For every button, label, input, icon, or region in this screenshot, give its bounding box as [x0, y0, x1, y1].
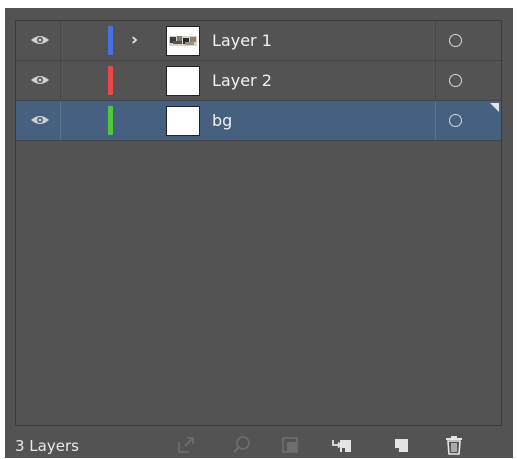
- layer-name[interactable]: Layer 2: [212, 70, 272, 92]
- column-divider: [60, 101, 61, 140]
- layer-color-indicator: [108, 26, 113, 55]
- export-icon[interactable]: [175, 434, 197, 456]
- image-thumbnail: [166, 26, 200, 56]
- panel-footer: 3 Layers: [5, 428, 513, 458]
- column-divider: [60, 21, 61, 60]
- blank-thumbnail: [166, 66, 200, 96]
- selection-indicator-icon: [490, 103, 499, 112]
- column-divider: [435, 21, 436, 60]
- eye-icon[interactable]: [30, 34, 50, 46]
- layer-color-indicator: [108, 66, 113, 95]
- layers-list: › Layer 1 Layer 2 bg: [15, 20, 502, 426]
- column-divider: [435, 101, 436, 140]
- layer-name[interactable]: Layer 1: [212, 30, 272, 52]
- column-divider: [435, 61, 436, 100]
- new-sublayer-icon[interactable]: [331, 434, 353, 456]
- expand-chevron-icon[interactable]: ›: [131, 30, 138, 50]
- target-circle-icon[interactable]: [449, 114, 462, 127]
- eye-icon[interactable]: [30, 114, 50, 126]
- new-layer-icon[interactable]: [391, 434, 413, 456]
- layer-name[interactable]: bg: [212, 110, 232, 132]
- target-circle-icon[interactable]: [449, 34, 462, 47]
- locate-object-icon[interactable]: [231, 434, 253, 456]
- eye-icon[interactable]: [30, 74, 50, 86]
- layer-row-bg[interactable]: bg: [16, 101, 501, 141]
- layers-panel: › Layer 1 Layer 2 bg 3 Layers: [5, 8, 513, 458]
- layer-color-indicator: [108, 106, 113, 135]
- target-circle-icon[interactable]: [449, 74, 462, 87]
- layer-count: 3 Layers: [15, 437, 79, 455]
- delete-icon[interactable]: [443, 434, 465, 456]
- layer-row-layer-1[interactable]: › Layer 1: [16, 21, 501, 61]
- thumbnail-artwork: [167, 27, 199, 55]
- column-divider: [60, 61, 61, 100]
- blank-thumbnail: [166, 106, 200, 136]
- layer-row-layer-2[interactable]: Layer 2: [16, 61, 501, 101]
- clipping-mask-icon[interactable]: [279, 434, 301, 456]
